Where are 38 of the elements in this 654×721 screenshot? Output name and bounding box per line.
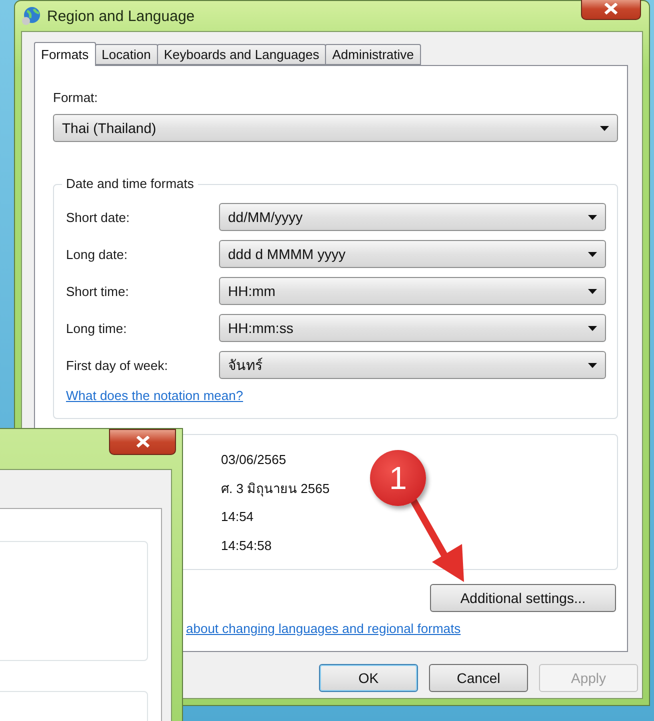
tab[interactable]: Location <box>94 44 158 65</box>
caret-icon <box>588 252 597 256</box>
group-title: Date and time formats <box>62 176 198 191</box>
example-value: 14:54 <box>221 508 254 526</box>
format-dropdown[interactable]: จันทร์ <box>219 351 606 379</box>
tab[interactable]: Formats <box>34 42 96 66</box>
field-label: Long time: <box>66 320 128 336</box>
example-value: 03/06/2565 <box>221 451 286 469</box>
field-label: Short date: <box>66 210 131 224</box>
dialog-button[interactable]: Cancel <box>429 664 528 692</box>
close-icon <box>604 3 618 15</box>
format-dropdown[interactable]: Thai (Thailand) <box>53 114 618 142</box>
close-button[interactable] <box>109 429 176 455</box>
format-dropdown[interactable]: dd/MM/yyyy <box>219 203 606 231</box>
dialog-button[interactable]: OK <box>319 664 418 692</box>
help-link[interactable]: about changing languages and regional formats <box>186 620 461 636</box>
caret-icon <box>588 214 597 220</box>
tab[interactable]: Administrative <box>325 44 421 65</box>
field-label: Short time: <box>66 284 130 298</box>
example-value: ศ. 3 มิถุนายน 2565 <box>221 480 330 498</box>
close-button[interactable] <box>581 0 641 20</box>
caret-icon <box>588 288 597 294</box>
close-icon <box>136 436 150 448</box>
caret-icon <box>588 362 597 368</box>
example-value: 14:54:58 <box>221 537 272 556</box>
format-dropdown[interactable]: ddd d MMMM yyyy <box>219 240 606 268</box>
caret-icon <box>588 326 597 330</box>
window-title: Region and Language <box>47 8 196 24</box>
additional-settings-button[interactable]: Additional settings... <box>430 584 616 612</box>
notation-link[interactable]: What does the notation mean? <box>66 388 244 403</box>
field-label: Format: <box>53 90 99 105</box>
field-label: Long date: <box>66 246 128 262</box>
field-label: First day of week: <box>66 358 169 372</box>
format-dropdown[interactable]: HH:mm:ss <box>219 314 606 342</box>
tab[interactable]: Keyboards and Languages <box>156 44 326 65</box>
globe-icon <box>21 6 41 26</box>
caret-icon <box>600 126 609 130</box>
format-dropdown[interactable]: HH:mm <box>219 277 606 305</box>
